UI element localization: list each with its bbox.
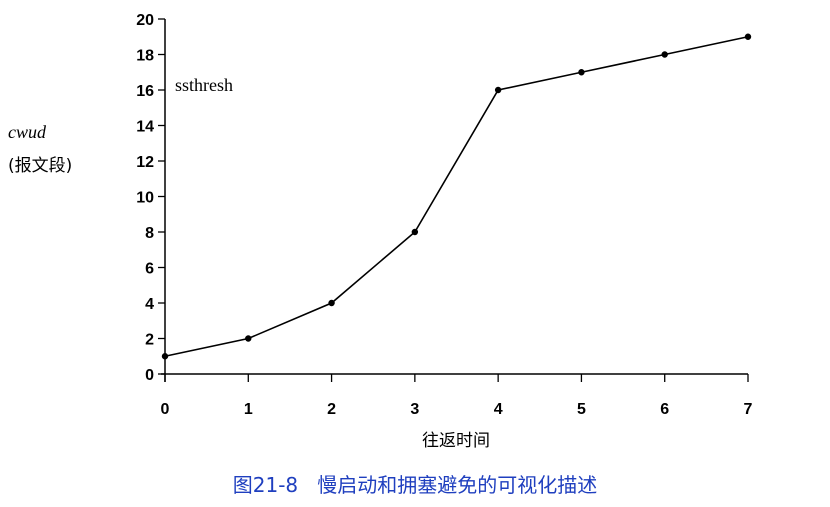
y-tick-label: 12 <box>136 154 154 171</box>
y-axis-unit-label: (报文段) <box>8 156 72 176</box>
data-point <box>328 299 335 307</box>
data-point <box>578 69 585 76</box>
chart: 02468101214161820 01234567 ssthresh cwud… <box>8 12 753 451</box>
x-tick-label: 0 <box>161 401 170 418</box>
y-tick-label: 2 <box>145 332 154 349</box>
x-tick-label: 7 <box>744 401 753 418</box>
y-tick-label: 16 <box>136 83 154 100</box>
y-tick-label: 14 <box>136 119 154 136</box>
y-tick-label: 10 <box>136 190 154 207</box>
x-axis-label: 往返时间 <box>422 431 490 451</box>
figure-caption: 图21-8 慢启动和拥塞避免的可视化描述 <box>0 472 830 498</box>
y-axis-label: cwud <box>8 122 47 142</box>
annotation-ssthresh: ssthresh <box>175 75 233 95</box>
chart-axes <box>161 19 748 382</box>
data-point <box>661 51 668 58</box>
y-tick-label: 6 <box>145 261 154 278</box>
y-axis-ticks: 0 2 4 6 8 10 12 14 16 18 20 <box>136 12 165 384</box>
x-tick-label: 3 <box>410 401 419 418</box>
y-tick-label: 0 <box>145 367 154 384</box>
x-axis-ticks: 0 1 2 3 4 5 6 7 <box>161 374 753 418</box>
data-point <box>161 353 169 360</box>
caption-text: 慢启动和拥塞避免的可视化描述 <box>317 473 598 497</box>
x-tick-label: 2 <box>327 401 336 418</box>
series-layer <box>161 33 752 360</box>
x-tick-label: 5 <box>577 401 586 418</box>
data-point <box>494 86 502 94</box>
x-tick-label: 4 <box>494 401 503 418</box>
x-tick-label: 1 <box>244 401 253 418</box>
y-tick-label: 18 <box>136 48 154 65</box>
series-line <box>164 35 749 358</box>
caption-label: 图21-8 <box>232 473 299 497</box>
data-point <box>411 228 419 236</box>
data-point <box>245 335 252 342</box>
y-tick-label: 4 <box>145 296 154 313</box>
y-tick-label: 20 <box>136 12 154 29</box>
y-tick-label: 8 <box>145 225 154 242</box>
data-point <box>744 33 752 40</box>
x-tick-label: 6 <box>660 401 669 418</box>
